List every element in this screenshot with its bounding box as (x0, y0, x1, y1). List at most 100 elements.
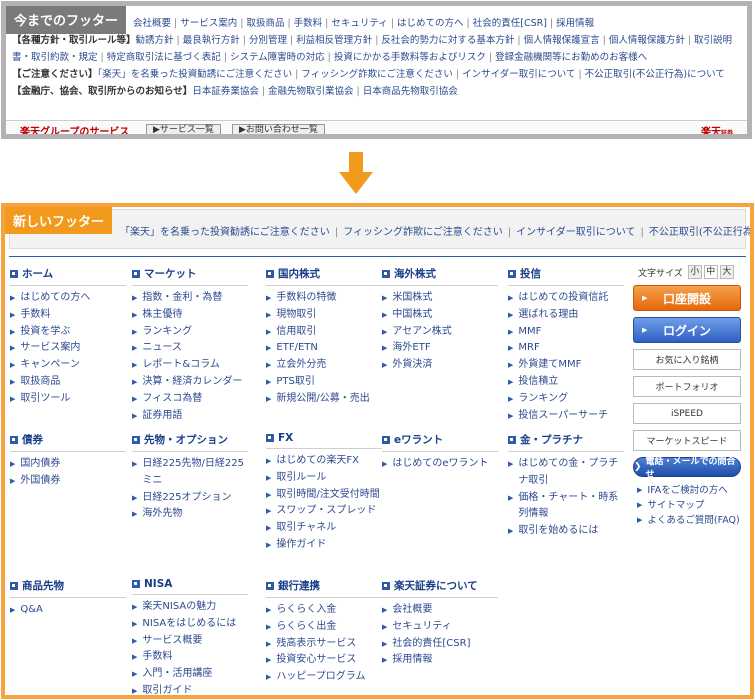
nav-link[interactable]: ▶ 外国債券 (10, 473, 130, 490)
footer-link[interactable]: インサイダー取引について (462, 69, 575, 80)
nav-link[interactable]: ▶ 日経225オプション (132, 490, 252, 507)
nav-link[interactable]: ▶ 取引時間/注文受付時間 (266, 487, 386, 504)
nav-link[interactable]: ▶ 証券用語 (132, 408, 252, 425)
footer-link[interactable]: 反社会的勢力に対する基本方針 (381, 35, 514, 46)
nav-section-title[interactable]: NISA (132, 578, 252, 590)
footer-link[interactable]: 利益相反管理方針 (296, 35, 372, 46)
footer-link[interactable]: 社会的責任[CSR] (473, 18, 547, 29)
favorites-button[interactable]: お気に入り銘柄 (633, 349, 741, 370)
nav-link[interactable]: ▶ 取引を始めるには (508, 523, 628, 540)
nav-link[interactable]: ▶ 取引ツール (10, 391, 130, 408)
footer-link[interactable]: 日本証券業協会 (192, 86, 259, 97)
nav-link[interactable]: ▶ 投資安心サービス (266, 652, 386, 669)
nav-link[interactable]: ▶ MMF (508, 324, 628, 341)
nav-section-title[interactable]: マーケット (132, 266, 252, 281)
footer-link[interactable]: 特定商取引法に基づく表記 (107, 52, 221, 63)
nav-link[interactable]: ▶ レポート&コラム (132, 357, 252, 374)
nav-link[interactable]: ▶ 手数料の特徴 (266, 290, 386, 307)
nav-link[interactable]: ▶ はじめてのeワラント (382, 456, 502, 473)
nav-link[interactable]: ▶ セキュリティ (382, 619, 502, 636)
footer-link[interactable]: 「楽天」を名乗った投資勧誘にご注意ください (98, 69, 293, 80)
nav-link[interactable]: ▶ スワップ・スプレッド (266, 503, 386, 520)
nav-section-title[interactable]: eワラント (382, 432, 502, 447)
nav-link[interactable]: ▶ アセアン株式 (382, 324, 502, 341)
nav-link[interactable]: ▶ 投資を学ぶ (10, 324, 130, 341)
footer-link[interactable]: 最良執行方針 (183, 35, 240, 46)
market-speed-button[interactable]: マーケットスピード (633, 430, 741, 451)
nav-link[interactable]: ▶ 残高表示サービス (266, 636, 386, 653)
nav-link[interactable]: ▶ 選ばれる理由 (508, 307, 628, 324)
nav-link[interactable]: ▶ ハッピープログラム (266, 669, 386, 686)
footer-link[interactable]: 金融先物取引業協会 (268, 86, 354, 97)
nav-section-title[interactable]: 投信 (508, 266, 628, 281)
nav-link[interactable]: ▶ らくらく入金 (266, 602, 386, 619)
notice-link[interactable]: インサイダー取引について (516, 227, 635, 238)
font-size-small-button[interactable]: 小 (687, 265, 702, 279)
nav-link[interactable]: ▶ 価格・チャート・時系列情報 (508, 490, 628, 524)
nav-link[interactable]: ▶ 取引ルール (266, 470, 386, 487)
contact-list-button[interactable]: ▶お問い合わせ一覧 (232, 124, 325, 134)
footer-link[interactable]: 投資にかかる手数料等およびリスク (334, 52, 486, 63)
nav-section-title[interactable]: 金・プラチナ (508, 432, 628, 447)
footer-link[interactable]: 会社概要 (133, 18, 171, 29)
notice-link[interactable]: 不公正取引(不公正行為)について (649, 227, 750, 238)
nav-link[interactable]: ▶ キャンペーン (10, 357, 130, 374)
footer-link[interactable]: 不公正取引(不公正行為)について (585, 69, 725, 80)
nav-link[interactable]: ▶ PTS取引 (266, 374, 386, 391)
nav-link[interactable]: ▶ Q&A (10, 602, 130, 619)
nav-link[interactable]: ▶ はじめての金・プラチナ取引 (508, 456, 628, 490)
nav-link[interactable]: ▶ 指数・金利・為替 (132, 290, 252, 307)
open-account-button[interactable]: ▶ 口座開設 (633, 285, 741, 311)
nav-link[interactable]: ▶ 楽天NISAの魅力 (132, 599, 252, 616)
nav-link[interactable]: ▶ 会社概要 (382, 602, 502, 619)
font-size-medium-button[interactable]: 中 (703, 265, 718, 279)
nav-link[interactable]: ▶ 投信スーパーサーチ (508, 408, 628, 425)
nav-link[interactable]: ▶ 取扱商品 (10, 374, 130, 391)
nav-link[interactable]: ▶ 株主優待 (132, 307, 252, 324)
nav-section-title[interactable]: 楽天証券について (382, 578, 502, 593)
font-size-large-button[interactable]: 大 (719, 265, 734, 279)
ispeed-button[interactable]: iSPEED (633, 403, 741, 424)
footer-link[interactable]: 採用情報 (556, 18, 594, 29)
footer-link[interactable]: 日本商品先物取引協会 (363, 86, 458, 97)
footer-link[interactable]: 取扱商品 (246, 18, 284, 29)
nav-link[interactable]: ▶ 採用情報 (382, 652, 502, 669)
nav-link[interactable]: ▶ フィスコ為替 (132, 391, 252, 408)
nav-link[interactable]: ▶ 投信積立 (508, 374, 628, 391)
nav-link[interactable]: ▶ 国内債券 (10, 456, 130, 473)
nav-link[interactable]: ▶ 信用取引 (266, 324, 386, 341)
nav-link[interactable]: ▶ はじめての投資信託 (508, 290, 628, 307)
footer-link[interactable]: システム障害時の対応 (230, 52, 325, 63)
nav-link[interactable]: ▶ 取引ガイド (132, 683, 252, 695)
nav-link[interactable]: ▶ ランキング (508, 391, 628, 408)
nav-link[interactable]: ▶ 海外先物 (132, 506, 252, 523)
nav-link[interactable]: ▶ はじめての方へ (10, 290, 130, 307)
nav-link[interactable]: ▶ 立会外分売 (266, 357, 386, 374)
nav-section-title[interactable]: FX (266, 432, 386, 444)
sidebar-link-sitemap[interactable]: ▶ サイトマップ (637, 498, 748, 513)
nav-link[interactable]: ▶ 現物取引 (266, 307, 386, 324)
footer-link[interactable]: セキュリティ (331, 18, 387, 29)
nav-link[interactable]: ▶ 外貨建てMMF (508, 357, 628, 374)
footer-link[interactable]: 個人情報保護方針 (609, 35, 685, 46)
contact-button[interactable]: ❯ 電話・メールでの問合せ (633, 457, 741, 480)
nav-link[interactable]: ▶ NISAをはじめるには (132, 616, 252, 633)
portfolio-button[interactable]: ポートフォリオ (633, 376, 741, 397)
nav-section-title[interactable]: 海外株式 (382, 266, 502, 281)
footer-link[interactable]: フィッシング詐欺にご注意ください (301, 69, 453, 80)
nav-link[interactable]: ▶ サービス案内 (10, 340, 130, 357)
nav-link[interactable]: ▶ 入門・活用講座 (132, 666, 252, 683)
nav-section-title[interactable]: 銀行連携 (266, 578, 386, 593)
nav-link[interactable]: ▶ 海外ETF (382, 340, 502, 357)
footer-link[interactable]: サービス案内 (180, 18, 237, 29)
login-button[interactable]: ▶ ログイン (633, 317, 741, 343)
nav-link[interactable]: ▶ はじめての楽天FX (266, 453, 386, 470)
nav-link[interactable]: ▶ 中国株式 (382, 307, 502, 324)
nav-link[interactable]: ▶ 決算・経済カレンダー (132, 374, 252, 391)
nav-link[interactable]: ▶ MRF (508, 340, 628, 357)
nav-link[interactable]: ▶ 日経225先物/日経225ミニ (132, 456, 252, 490)
nav-section-title[interactable]: 国内株式 (266, 266, 386, 281)
nav-link[interactable]: ▶ ランキング (132, 324, 252, 341)
nav-link[interactable]: ▶ 米国株式 (382, 290, 502, 307)
nav-link[interactable]: ▶ 外貨決済 (382, 357, 502, 374)
